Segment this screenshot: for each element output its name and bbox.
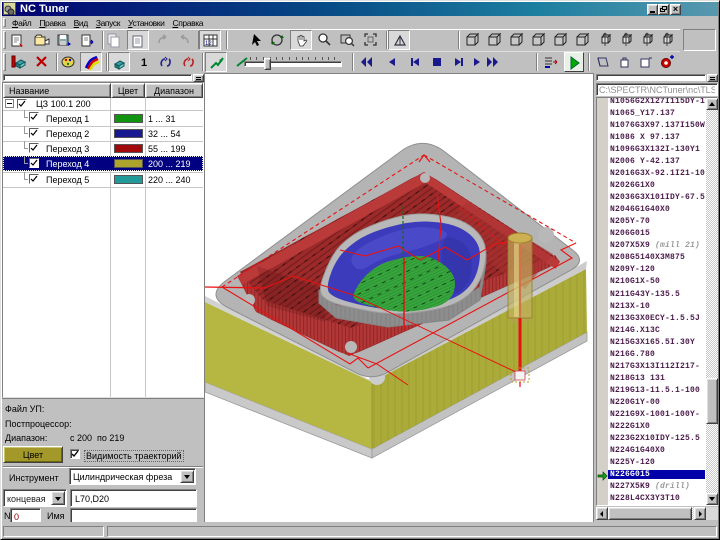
svg-text:12: 12 [205,41,212,47]
svg-text:1: 1 [141,57,147,69]
